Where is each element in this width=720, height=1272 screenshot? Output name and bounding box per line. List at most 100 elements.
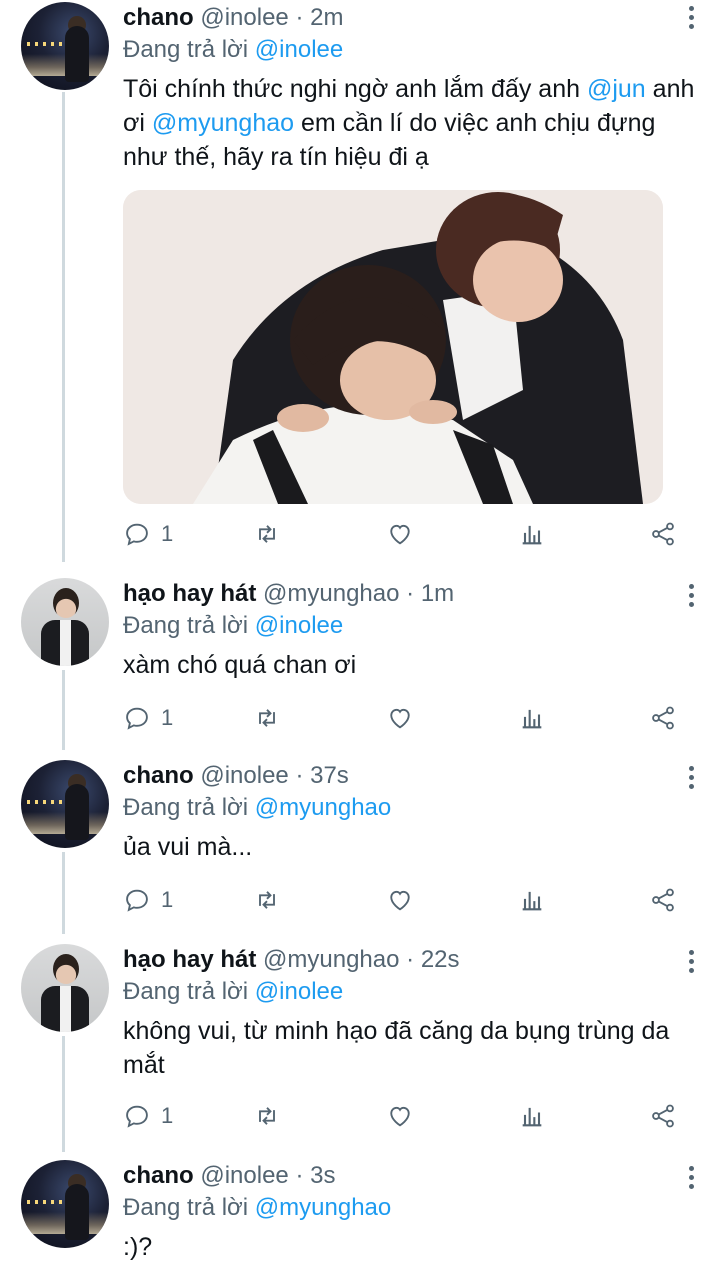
display-name[interactable]: hạo hay hát — [123, 946, 256, 973]
tweet-text: không vui, từ minh hạo đã căng da bụng t… — [123, 1017, 670, 1079]
mention-link[interactable]: @myunghao — [152, 109, 294, 137]
views-button[interactable] — [518, 1100, 546, 1132]
retweet-button[interactable] — [253, 1100, 281, 1132]
timestamp[interactable]: 2m — [310, 4, 343, 31]
mention-link[interactable]: @myunghao — [255, 1194, 391, 1221]
avatar[interactable] — [21, 578, 109, 666]
replying-to: Đang trả lời @inolee — [123, 36, 344, 63]
reply-count: 1 — [161, 1103, 174, 1128]
more-vertical-icon[interactable] — [686, 950, 696, 977]
analytics-icon — [522, 525, 542, 545]
replying-to: Đang trả lời @myunghao — [123, 1194, 392, 1221]
timestamp[interactable]: 1m — [421, 580, 454, 607]
tweet-photo[interactable] — [123, 190, 663, 504]
retweet-icon — [259, 709, 275, 727]
reply-icon — [126, 1105, 148, 1128]
thread-line — [62, 670, 65, 750]
heart-icon — [390, 1106, 410, 1127]
retweet-button[interactable] — [253, 702, 281, 734]
share-icon — [652, 1104, 674, 1128]
display-name[interactable]: hạo hay hát — [123, 580, 256, 607]
mention-link[interactable]: @inolee — [255, 978, 343, 1005]
analytics-icon — [522, 1107, 542, 1127]
tweet-header: chano @inolee · 3s — [123, 1160, 696, 1192]
share-icon — [652, 522, 674, 546]
views-button[interactable] — [518, 518, 546, 550]
retweet-icon — [259, 1107, 275, 1125]
share-button[interactable] — [649, 884, 677, 916]
avatar[interactable] — [21, 760, 109, 848]
tweet-header: chano @inolee · 37s — [123, 760, 696, 792]
avatar[interactable] — [21, 1160, 109, 1248]
display-name[interactable]: chano — [123, 4, 194, 31]
reply-button[interactable]: 1 — [123, 884, 173, 916]
heart-icon — [390, 708, 410, 729]
tweet-text: xàm chó quá chan ơi — [123, 651, 357, 679]
thread-line — [62, 92, 65, 562]
analytics-icon — [522, 709, 542, 729]
handle[interactable]: @inolee — [200, 4, 288, 31]
display-name[interactable]: chano — [123, 1162, 194, 1189]
tweet-actions: 1 — [123, 1100, 683, 1132]
share-icon — [652, 888, 674, 912]
mention-link[interactable]: @inolee — [255, 612, 343, 639]
like-button[interactable] — [386, 884, 414, 916]
handle[interactable]: @myunghao — [263, 946, 399, 973]
display-name[interactable]: chano — [123, 762, 194, 789]
tweet-actions: 1 — [123, 884, 683, 916]
reply-button[interactable]: 1 — [123, 1100, 173, 1132]
reply-count: 1 — [161, 705, 174, 730]
share-button[interactable] — [649, 1100, 677, 1132]
like-button[interactable] — [386, 518, 414, 550]
timestamp[interactable]: 22s — [421, 946, 460, 973]
replying-to: Đang trả lời @inolee — [123, 612, 344, 639]
handle[interactable]: @inolee — [200, 1162, 288, 1189]
views-button[interactable] — [518, 702, 546, 734]
separator: · — [288, 4, 311, 31]
thread-line — [62, 1036, 65, 1152]
reply-button[interactable]: 1 — [123, 702, 173, 734]
analytics-icon — [522, 891, 542, 911]
photo-illustration — [123, 190, 663, 504]
separator: · — [399, 946, 421, 973]
mention-link[interactable]: @inolee — [255, 36, 343, 63]
handle[interactable]: @myunghao — [263, 580, 399, 607]
timestamp[interactable]: 37s — [310, 762, 349, 789]
tweet-actions: 1 — [123, 518, 683, 550]
retweet-button[interactable] — [253, 518, 281, 550]
tweet-header: hạo hay hát @myunghao · 1m — [123, 578, 696, 610]
mention-link[interactable]: @myunghao — [255, 794, 391, 821]
tweet-text: :)? — [123, 1233, 153, 1261]
mention-link[interactable]: @jun — [587, 75, 646, 103]
like-button[interactable] — [386, 702, 414, 734]
more-vertical-icon[interactable] — [686, 6, 696, 33]
share-button[interactable] — [649, 702, 677, 734]
tweet-header: hạo hay hát @myunghao · 22s — [123, 944, 696, 976]
tweet-text: ủa vui mà... — [123, 833, 253, 861]
reply-icon — [126, 707, 148, 730]
share-icon — [652, 706, 674, 730]
like-button[interactable] — [386, 1100, 414, 1132]
share-button[interactable] — [649, 518, 677, 550]
views-button[interactable] — [518, 884, 546, 916]
handle[interactable]: @inolee — [200, 762, 288, 789]
avatar[interactable] — [21, 2, 109, 90]
reply-button[interactable]: 1 — [123, 518, 173, 550]
retweet-icon — [259, 891, 275, 909]
heart-icon — [390, 890, 410, 911]
heart-icon — [390, 524, 410, 545]
separator: · — [288, 1162, 311, 1189]
more-vertical-icon[interactable] — [686, 766, 696, 793]
retweet-button[interactable] — [253, 884, 281, 916]
timestamp[interactable]: 3s — [310, 1162, 335, 1189]
retweet-icon — [259, 525, 275, 543]
reply-icon — [126, 889, 148, 912]
avatar[interactable] — [21, 944, 109, 1032]
reply-icon — [126, 523, 148, 546]
tweet-text: Tôi chính thức nghi ngờ anh lắm đấy anh … — [123, 75, 695, 171]
separator: · — [399, 580, 421, 607]
more-vertical-icon[interactable] — [686, 584, 696, 611]
replying-to: Đang trả lời @inolee — [123, 978, 344, 1005]
tweet-header: chano @inolee · 2m — [123, 2, 696, 34]
more-vertical-icon[interactable] — [686, 1166, 696, 1193]
